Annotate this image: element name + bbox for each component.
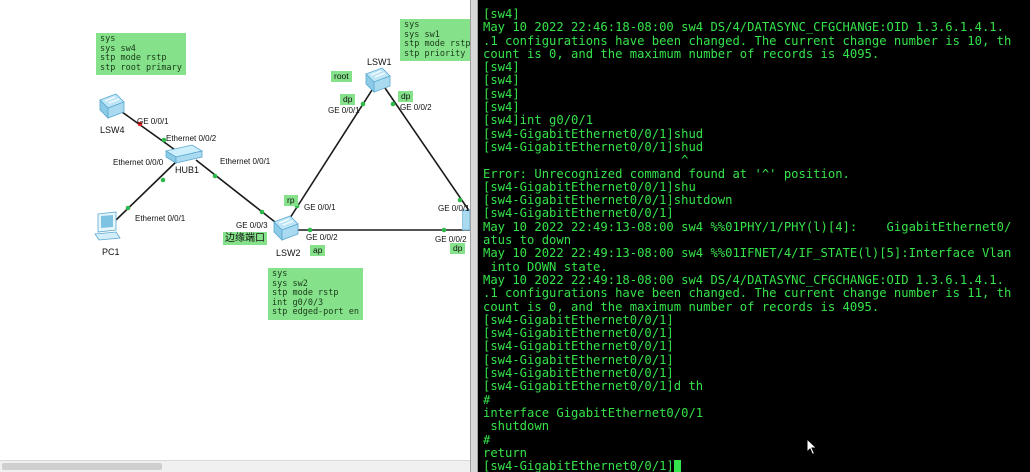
terminal-line: .1 configurations have been changed. The… [483,287,1012,301]
port-dot [212,173,218,179]
terminal-line: [sw4] [483,101,520,115]
terminal-line: atus to down [483,234,572,248]
terminal-line: May 10 2022 22:49:18-08:00 sw4 DS/4/DATA… [483,273,1004,287]
terminal-line: [sw4]int g0/0/1 [483,114,594,128]
terminal-line: return [483,446,528,460]
port-label: Ethernet 0/0/1 [220,157,271,166]
switch-lsw2-icon[interactable] [270,214,300,242]
mouse-pointer-icon [806,438,818,456]
port-label: GE 0/0/1 [328,106,360,115]
terminal-line: [sw4-GigabitEthernet0/0/1] [483,313,674,327]
port-label: GE 0/0/1 [438,204,470,213]
terminal-line: [sw4-GigabitEthernet0/0/1] [483,353,674,367]
stp-role-dp: dp [340,94,356,105]
scrollbar-thumb[interactable] [2,463,162,470]
terminal-line: [sw4] [483,8,520,21]
port-dot [390,101,396,107]
port-dot [307,227,313,233]
link-hub1-pc1[interactable] [115,159,179,221]
note-sw4-config[interactable]: sys sys sw4 stp mode rstp stp root prima… [96,33,186,76]
terminal-line: count is 0, and the maximum number of re… [483,300,880,314]
port-dot [441,227,447,233]
switch-lsw1-icon[interactable] [362,66,392,94]
port-label: Ethernet 0/0/1 [135,214,186,223]
terminal-prompt-line[interactable]: [sw4-GigabitEthernet0/0/1] [478,460,1030,472]
pc-pc1-icon[interactable] [92,210,122,242]
pane-splitter[interactable] [470,0,478,472]
terminal-line: [sw4] [483,61,520,75]
terminal-line: May 10 2022 22:49:13-08:00 sw4 %%01IFNET… [483,247,1012,261]
terminal-line: [sw4-GigabitEthernet0/0/1] [483,367,674,381]
text-cursor [673,460,681,472]
device-label-lsw4: LSW4 [100,125,125,135]
stp-role-dp: dp [450,243,466,254]
terminal-prompt: [sw4-GigabitEthernet0/0/1] [483,460,674,472]
terminal-line: interface GigabitEthernet0/0/1 [483,406,704,420]
port-label: GE 0/0/1 [304,203,336,212]
stp-role-rp: rp [284,195,298,206]
terminal-line: count is 0, and the maximum number of re… [483,47,880,61]
port-dot [259,209,265,215]
terminal-line: ^ [483,154,689,168]
terminal-line: [sw4] [483,74,520,88]
port-dot [360,101,366,107]
terminal-line: [sw4-GigabitEthernet0/0/1] [483,340,674,354]
terminal-line: [sw4-GigabitEthernet0/0/1] [483,207,674,221]
device-label-lsw1: LSW1 [367,57,392,67]
terminal-line: [sw4-GigabitEthernet0/0/1]shu [483,180,696,194]
topology-canvas[interactable]: sys sys sw4 stp mode rstp stp root prima… [0,0,470,472]
port-label: Ethernet 0/0/2 [166,134,217,143]
terminal-line: [sw4-GigabitEthernet0/0/1]shud [483,127,704,141]
terminal-line: # [483,433,491,447]
note-sw1-config[interactable]: sys sys sw1 stp mode rstp stp priority [400,19,470,62]
device-label-lsw2: LSW2 [276,248,301,258]
terminal-line: # [483,393,491,407]
device-label-hub1: HUB1 [175,165,200,175]
terminal-line: [sw4-GigabitEthernet0/0/1]shud [483,140,704,154]
terminal-line: [sw4-GigabitEthernet0/0/1] [483,327,674,341]
terminal-line: [sw4-GigabitEthernet0/0/1]shutdown [483,194,733,208]
edge-port-label: 边缘端口 [223,232,267,245]
terminal-line: shutdown [483,420,550,434]
device-label-pc1: PC1 [102,247,120,257]
port-label: GE 0/0/1 [137,117,169,126]
note-sw2-config[interactable]: sys sys sw2 stp mode rstp int g0/0/3 stp… [268,268,363,320]
horizontal-scrollbar[interactable] [0,460,470,472]
terminal-line: .1 configurations have been changed. The… [483,34,1012,48]
terminal-line: Error: Unrecognized command found at '^'… [483,167,850,181]
terminal-output: [sw4] May 10 2022 22:46:18-08:00 sw4 DS/4… [478,8,1030,460]
terminal-line: into DOWN state. [483,260,608,274]
terminal-line: [sw4-GigabitEthernet0/0/1]d th [483,380,704,394]
port-label: GE 0/0/2 [400,103,432,112]
port-label: GE 0/0/3 [236,221,268,230]
port-label: Ethernet 0/0/0 [113,158,164,167]
stp-role-dp: dp [398,91,414,102]
port-label: GE 0/0/2 [306,233,338,242]
terminal-console[interactable]: [sw4] May 10 2022 22:46:18-08:00 sw4 DS/4… [478,0,1030,472]
switch-lsw4-icon[interactable] [96,92,126,120]
terminal-line: May 10 2022 22:46:18-08:00 sw4 DS/4/DATA… [483,21,1004,35]
terminal-line: May 10 2022 22:49:13-08:00 sw4 %%01PHY/1… [483,220,1012,234]
port-dot [160,177,166,183]
port-dot [457,197,463,203]
terminal-line: [sw4] [483,87,520,101]
port-dot [125,205,131,211]
stp-role-root: root [331,71,352,82]
stp-role-ap: ap [310,245,326,256]
hub-hub1-icon[interactable] [164,143,204,165]
